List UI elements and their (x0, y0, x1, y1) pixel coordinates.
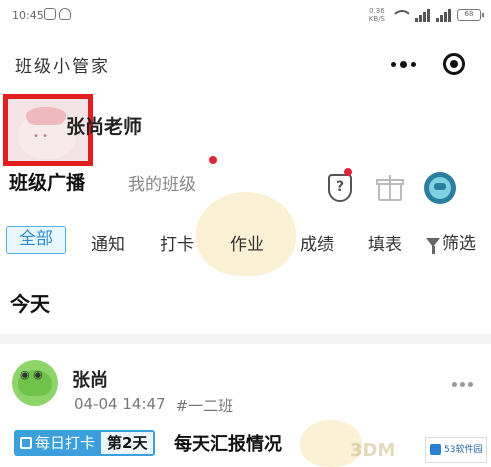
post-author-name: 张尚 (72, 370, 108, 391)
status-notification-icons (44, 8, 71, 20)
miniprogram-capsule (369, 46, 479, 82)
post-type-tag: 每日打卡 第2天 (14, 430, 156, 456)
tag-day-count: 第2天 (101, 432, 154, 454)
filter-homework[interactable]: 作业 (230, 230, 264, 255)
filter-notice[interactable]: 通知 (91, 230, 125, 255)
help-shield-icon[interactable]: ? (328, 174, 352, 202)
section-divider (0, 334, 491, 344)
my-class-notification-dot (209, 156, 217, 164)
post-date: 04-04 14:47 (74, 395, 166, 413)
wifi-icon (391, 8, 409, 22)
status-right: 0.36 KB/S 68 (368, 7, 484, 23)
status-bar: 10:45 0.36 KB/S 68 (0, 0, 491, 34)
tag-daily-punch: 每日打卡 (16, 432, 102, 454)
more-menu-button[interactable] (391, 60, 416, 68)
close-miniprogram-button[interactable] (443, 53, 465, 75)
filter-label: 筛选 (442, 234, 476, 254)
app-title: 班级小管家 (15, 57, 110, 77)
shield-notification-dot (344, 168, 352, 176)
app-screen: 10:45 0.36 KB/S 68 班级小管家 张尚老师 班级广播 我的班级 … (0, 0, 491, 467)
tag-type-label: 每日打卡 (35, 434, 96, 452)
filter-score[interactable]: 成绩 (300, 230, 334, 255)
post-meta: 04-04 14:47 #一二班 (74, 395, 233, 416)
battery-icon: 68 (457, 9, 484, 21)
notification-icon (44, 8, 56, 20)
funnel-icon (426, 238, 440, 254)
post-class-tag: #一二班 (175, 397, 234, 415)
watermark-3dm: 3DM (350, 440, 396, 461)
post-title[interactable]: 每天汇报情况 (174, 430, 282, 456)
alarm-icon (59, 8, 71, 20)
filter-all[interactable]: 全部 (6, 226, 66, 254)
tab-class-broadcast[interactable]: 班级广播 (9, 168, 85, 195)
filter-punch-in[interactable]: 打卡 (160, 230, 194, 255)
net-speed: 0.36 KB/S (368, 7, 385, 23)
checkbox-icon (20, 437, 32, 449)
tab-my-class[interactable]: 我的班级 (128, 170, 196, 195)
watermark-logo: 53软件园 (425, 437, 487, 463)
teacher-name[interactable]: 张尚老师 (66, 112, 142, 139)
status-time: 10:45 (12, 9, 44, 22)
post-author-avatar[interactable] (12, 360, 58, 406)
signal-icon-2 (436, 8, 451, 22)
section-today: 今天 (10, 292, 50, 316)
customer-service-icon[interactable] (424, 172, 456, 204)
signal-icon (415, 8, 430, 22)
post-more-button[interactable] (452, 382, 473, 387)
filter-form[interactable]: 填表 (368, 230, 402, 255)
gift-icon[interactable] (376, 175, 404, 201)
filter-button[interactable]: 筛选 (426, 229, 476, 254)
